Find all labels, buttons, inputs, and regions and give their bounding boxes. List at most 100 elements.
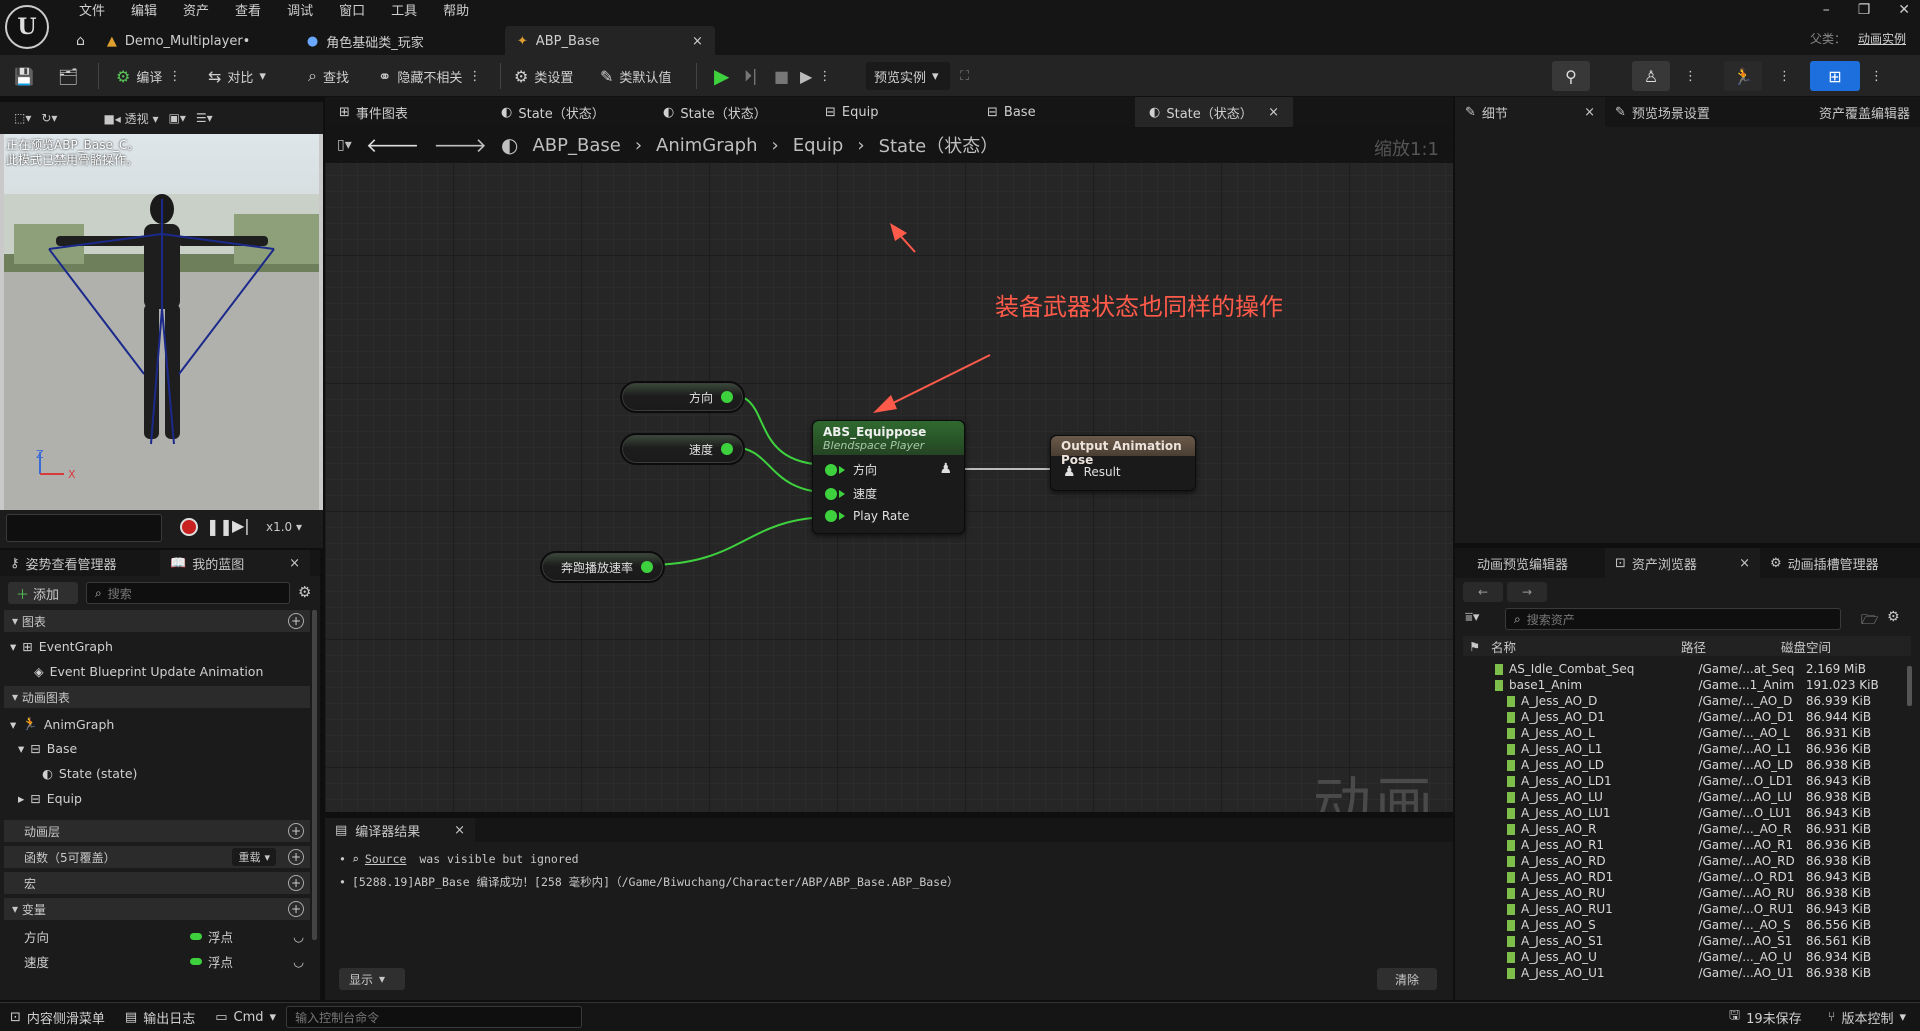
class-defaults-button[interactable]: ✎ 类默认值 <box>600 55 671 97</box>
section-functions[interactable]: 函数（5可覆盖） 重载 ▾ + <box>4 846 310 868</box>
variable-node-speed[interactable]: 速度 <box>620 433 745 465</box>
mesh-mode-button[interactable]: ♙ <box>1632 61 1670 91</box>
content-drawer-button[interactable]: ⊡ 内容侧滑菜单 <box>0 1008 115 1027</box>
tree-base[interactable]: ▾ ⊟ Base <box>18 741 77 756</box>
variable-node-direction[interactable]: 方向 <box>620 381 745 413</box>
output-log-button[interactable]: ▤ 输出日志 <box>115 1008 205 1027</box>
table-row[interactable]: A_Jess_AO_L/Game/..._AO_L 86.931 KiB <box>1463 725 1911 741</box>
tab-event-graph[interactable]: ⊞ 事件图表 <box>325 97 487 127</box>
simulate-button[interactable]: ▶ ⋮ <box>800 55 831 97</box>
variable-row[interactable]: 方向 浮点 ◡ <box>24 927 304 946</box>
table-row[interactable]: A_Jess_AO_RD1/Game/...O_RD1 86.943 KiB <box>1463 869 1911 885</box>
table-row[interactable]: A_Jess_AO_RD/Game/...AO_RD 86.938 KiB <box>1463 853 1911 869</box>
menu-window[interactable]: 窗口 <box>326 3 378 21</box>
clear-button[interactable]: 清除 <box>1377 968 1437 990</box>
show-dropdown[interactable]: 显示 ▾ <box>339 968 405 990</box>
override-dropdown[interactable]: 重载 ▾ <box>232 848 276 866</box>
tab-equip[interactable]: ⊟ Equip <box>811 97 973 127</box>
asset-search-input[interactable]: ⌕ 搜索资产 <box>1505 608 1841 630</box>
save-icon[interactable]: 💾 <box>14 55 34 97</box>
more-icon[interactable]: ⋮ <box>818 69 831 84</box>
tab-anim-preview[interactable]: 动画预览编辑器 <box>1455 548 1605 578</box>
section-anim-graphs[interactable]: ▾ 动画图表 <box>4 686 310 708</box>
breadcrumb-item[interactable]: State（状态） <box>879 132 999 158</box>
table-row[interactable]: AS_Idle_Combat_Seq/Game/...at_Seq 2.169 M… <box>1463 661 1911 677</box>
table-row[interactable]: A_Jess_AO_U1/Game/...AO_U1 86.938 KiB <box>1463 965 1911 981</box>
home-icon[interactable]: ⌂ <box>66 26 95 56</box>
gear-icon[interactable]: ⚙ <box>1887 609 1900 625</box>
parent-class-link[interactable]: 动画实例 <box>1858 32 1906 46</box>
close-window-icon[interactable]: ✕ <box>1898 2 1910 18</box>
bookmark-icon[interactable]: ▯▾ <box>337 137 352 153</box>
input-pin-icon[interactable] <box>825 487 837 500</box>
table-row[interactable]: A_Jess_AO_R/Game/..._AO_R 86.931 KiB <box>1463 821 1911 837</box>
menu-asset[interactable]: 资产 <box>170 3 222 21</box>
tab-preview-scene[interactable]: ✎ 预览场景设置 <box>1605 97 1775 127</box>
back-arrow-icon[interactable]: ← <box>1463 582 1503 602</box>
scrollbar[interactable] <box>1907 666 1912 706</box>
table-row[interactable]: A_Jess_AO_LU1/Game/...O_LU1 86.943 KiB <box>1463 805 1911 821</box>
preview-instance-dropdown[interactable]: 预览实例 ▾ <box>866 62 950 90</box>
timeline-field[interactable] <box>6 514 162 542</box>
tab-asset-override[interactable]: 资产覆盖编辑器 <box>1775 97 1920 127</box>
section-graphs[interactable]: ▾ 图表 + <box>4 610 310 632</box>
variable-node-run-rate[interactable]: 奔跑播放速率 <box>540 551 665 583</box>
table-row[interactable]: A_Jess_AO_S/Game/..._AO_S 86.556 KiB <box>1463 917 1911 933</box>
diff-button[interactable]: ⇆ 对比 ▾ <box>208 55 266 97</box>
unreal-logo-icon[interactable]: U <box>5 5 49 49</box>
debug-filter-icon[interactable]: ⛶ <box>960 55 969 97</box>
pose-output-pin-icon[interactable]: ♟ <box>939 461 952 477</box>
graph-canvas[interactable]: 方向 速度 奔跑播放速率 ABS_Equippose Blendspace Pl… <box>325 127 1453 812</box>
close-tab-icon[interactable]: × <box>289 556 300 571</box>
step-button[interactable]: ⏵| <box>744 55 757 97</box>
tree-equip[interactable]: ▸ ⊟ Equip <box>18 791 82 806</box>
perspective-dropdown[interactable]: ■◂ 透视 ▾ <box>103 110 158 127</box>
tab-anim-slot[interactable]: ⚙ 动画插槽管理器 <box>1760 548 1920 578</box>
minimize-icon[interactable]: – <box>1823 2 1830 18</box>
menu-edit[interactable]: 编辑 <box>118 3 170 21</box>
menu-help[interactable]: 帮助 <box>430 3 482 21</box>
table-row[interactable]: A_Jess_AO_LD1/Game/...O_LD1 86.943 KiB <box>1463 773 1911 789</box>
pause-icon[interactable]: ❚❚ <box>206 517 233 536</box>
table-row[interactable]: A_Jess_AO_RU1/Game/...O_RU1 86.943 KiB <box>1463 901 1911 917</box>
play-button[interactable]: ▶ <box>714 55 729 97</box>
output-pin-icon[interactable] <box>721 443 733 455</box>
breadcrumb-item[interactable]: ABP_Base <box>532 135 620 156</box>
tab-compiler-results[interactable]: ▤ 编译器结果 × <box>325 818 475 842</box>
tab-pose-watch[interactable]: ⚷ 姿势查看管理器 <box>0 550 160 576</box>
add-function-icon[interactable]: + <box>288 849 304 865</box>
breadcrumb-item[interactable]: AnimGraph <box>656 135 757 156</box>
close-tab-icon[interactable]: × <box>1739 556 1750 571</box>
table-row[interactable]: A_Jess_AO_LD/Game/...AO_LD 86.938 KiB <box>1463 757 1911 773</box>
input-pin-icon[interactable] <box>825 510 837 522</box>
preview-viewport[interactable]: ⬚▾ ↻▾ ■◂ 透视 ▾ ▣▾ ☰▾ Z X 正在预览ABP_Base_C。 … <box>0 102 323 510</box>
more-icon[interactable]: ⋮ <box>168 69 181 84</box>
output-pin-icon[interactable] <box>721 391 733 403</box>
animation-mode-button[interactable]: 🏃 <box>1724 61 1762 91</box>
scrollbar[interactable] <box>312 610 317 940</box>
more-icon[interactable]: ⋮ <box>1778 55 1791 97</box>
back-arrow-icon[interactable]: 🡐 <box>366 133 420 157</box>
source-link[interactable]: Source <box>365 852 407 866</box>
console-input[interactable]: 输入控制台命令 <box>286 1006 583 1028</box>
restore-icon[interactable]: ❐ <box>1858 2 1871 18</box>
tree-event-graph[interactable]: ▾ ⊞ EventGraph <box>10 639 113 654</box>
input-pin-icon[interactable] <box>825 463 837 476</box>
tab-details[interactable]: ✎ 细节 × <box>1455 97 1605 127</box>
tree-anim-graph[interactable]: ▾ 🏃 AnimGraph <box>10 716 114 732</box>
tab-base[interactable]: ⊟ Base <box>973 97 1135 127</box>
view-mode-icon[interactable]: ▣▾ <box>169 111 186 125</box>
section-anim-layers[interactable]: 动画层 + <box>4 820 310 842</box>
table-row[interactable]: A_Jess_AO_D/Game/..._AO_D 86.939 KiB <box>1463 693 1911 709</box>
table-row[interactable]: A_Jess_AO_LU/Game/...AO_LU 86.938 KiB <box>1463 789 1911 805</box>
tab-state[interactable]: ◐ State（状态） <box>487 97 649 127</box>
menu-tools[interactable]: 工具 <box>378 3 430 21</box>
tree-event-update[interactable]: ◈ Event Blueprint Update Animation <box>34 664 263 679</box>
rotate-mode-icon[interactable]: ↻▾ <box>41 111 57 125</box>
table-row[interactable]: A_Jess_AO_S1/Game/...AO_S1 86.561 KiB <box>1463 933 1911 949</box>
browse-icon[interactable]: 🗂 <box>58 55 78 97</box>
tab-state[interactable]: ◐ State（状态） <box>649 97 811 127</box>
table-row[interactable]: A_Jess_AO_U/Game/..._AO_U 86.934 KiB <box>1463 949 1911 965</box>
close-tab-icon[interactable]: × <box>1584 105 1595 120</box>
tab-my-blueprint[interactable]: 📖 我的蓝图 × <box>160 550 310 576</box>
